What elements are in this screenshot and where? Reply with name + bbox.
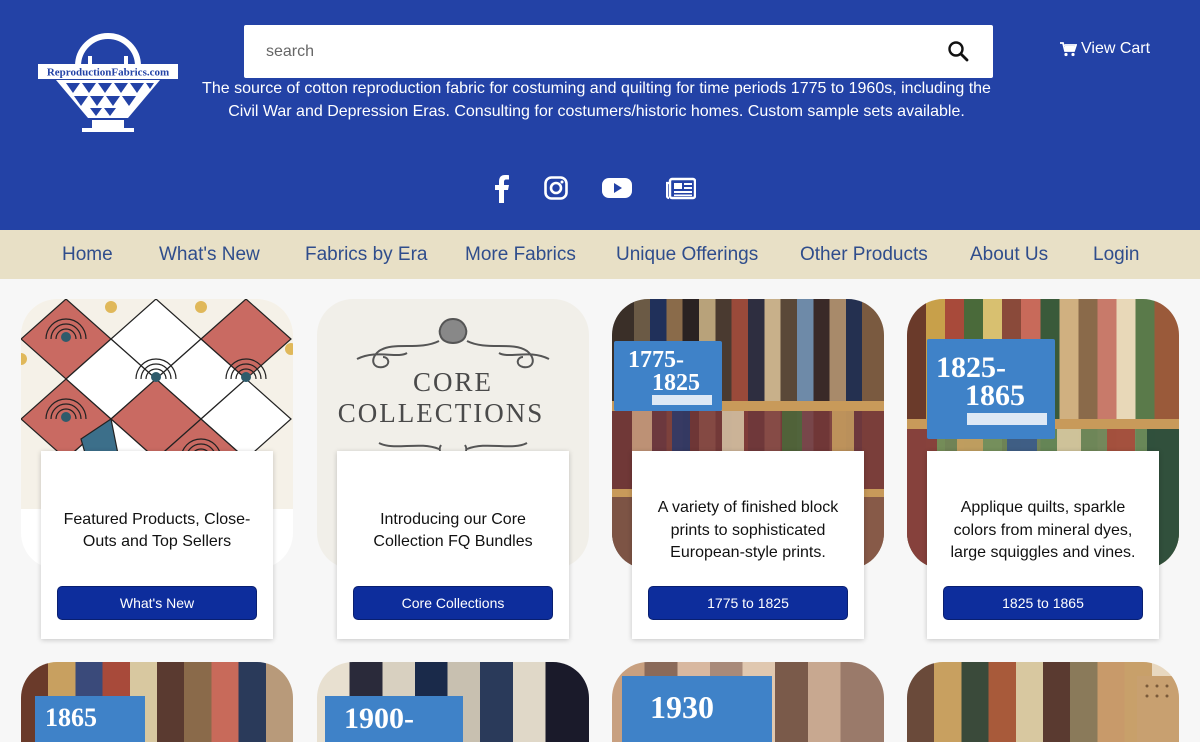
site-header: ReproductionFabrics.com View Cart The so… <box>0 0 1200 230</box>
nav-item-fabrics-by-era[interactable]: Fabrics by Era <box>305 230 427 279</box>
card-content: Applique quilts, sparkle colors from min… <box>927 451 1159 639</box>
youtube-icon[interactable] <box>602 173 632 205</box>
card-content: Featured Products, Close-Outs and Top Se… <box>41 451 273 639</box>
era-card-image-row2-3[interactable]: 1930 <box>612 662 884 742</box>
nav-item-about-us[interactable]: About Us <box>970 230 1048 279</box>
view-cart-link[interactable]: View Cart <box>1060 40 1150 58</box>
nav-item-more-fabrics[interactable]: More Fabrics <box>465 230 576 279</box>
era-card-image-row2-1[interactable]: 1865 <box>21 662 293 742</box>
facebook-icon[interactable] <box>492 173 510 205</box>
era-sign-line2: 1865 <box>965 379 1025 412</box>
site-tagline: The source of cotton reproduction fabric… <box>202 80 991 120</box>
instagram-icon[interactable] <box>544 173 568 205</box>
card-description: Applique quilts, sparkle colors from min… <box>950 499 1136 562</box>
card-description: A variety of finished block prints to so… <box>657 499 839 562</box>
nav-item-login[interactable]: Login <box>1093 230 1140 279</box>
product-card-1775-1825: 1775- 1825 A variety of finished block p… <box>612 299 884 639</box>
era-sign-row2-1: 1865 <box>45 703 97 732</box>
nav-item-unique-offerings[interactable]: Unique Offerings <box>616 230 758 279</box>
search-icon[interactable] <box>947 40 969 62</box>
search-input[interactable] <box>244 25 934 78</box>
era-card-image-row2-4[interactable] <box>907 662 1179 742</box>
site-logo[interactable]: ReproductionFabrics.com <box>36 26 180 134</box>
core-collections-button[interactable]: Core Collections <box>353 586 553 620</box>
core-image-text-line1: CORE <box>413 367 493 397</box>
era-sign-row2-2: 1900- <box>344 702 414 735</box>
newsletter-icon[interactable] <box>665 173 697 205</box>
era-sign-line2: 1825 <box>652 370 700 396</box>
product-card-whats-new: Featured Products, Close-Outs and Top Se… <box>21 299 293 639</box>
card-content: A variety of finished block prints to so… <box>632 451 864 639</box>
search-bar <box>244 25 993 78</box>
cart-label: View Cart <box>1081 40 1151 57</box>
card-description: Featured Products, Close-Outs and Top Se… <box>63 510 251 551</box>
logo-text: ReproductionFabrics.com <box>47 67 169 79</box>
era-card-image-row2-2[interactable]: 1900- <box>317 662 589 742</box>
nav-item-other-products[interactable]: Other Products <box>800 230 928 279</box>
social-links <box>0 173 1200 205</box>
main-nav: Home What's New Fabrics by Era More Fabr… <box>0 230 1200 279</box>
card-content: Introducing our Core Collection FQ Bundl… <box>337 451 569 639</box>
whats-new-button[interactable]: What's New <box>57 586 257 620</box>
nav-item-whats-new[interactable]: What's New <box>159 230 260 279</box>
era-1775-1825-button[interactable]: 1775 to 1825 <box>648 586 848 620</box>
product-card-core-collections: CORE COLLECTIONS Introducing our Core Co… <box>317 299 589 639</box>
era-1825-1865-button[interactable]: 1825 to 1865 <box>943 586 1143 620</box>
card-description: Introducing our Core Collection FQ Bundl… <box>373 510 533 551</box>
nav-item-home[interactable]: Home <box>62 230 113 279</box>
product-card-1825-1865: 1825- 1865 Applique quilts, sparkle colo… <box>907 299 1179 639</box>
cart-icon <box>1060 41 1077 56</box>
core-image-text-line2: COLLECTIONS <box>338 398 545 428</box>
